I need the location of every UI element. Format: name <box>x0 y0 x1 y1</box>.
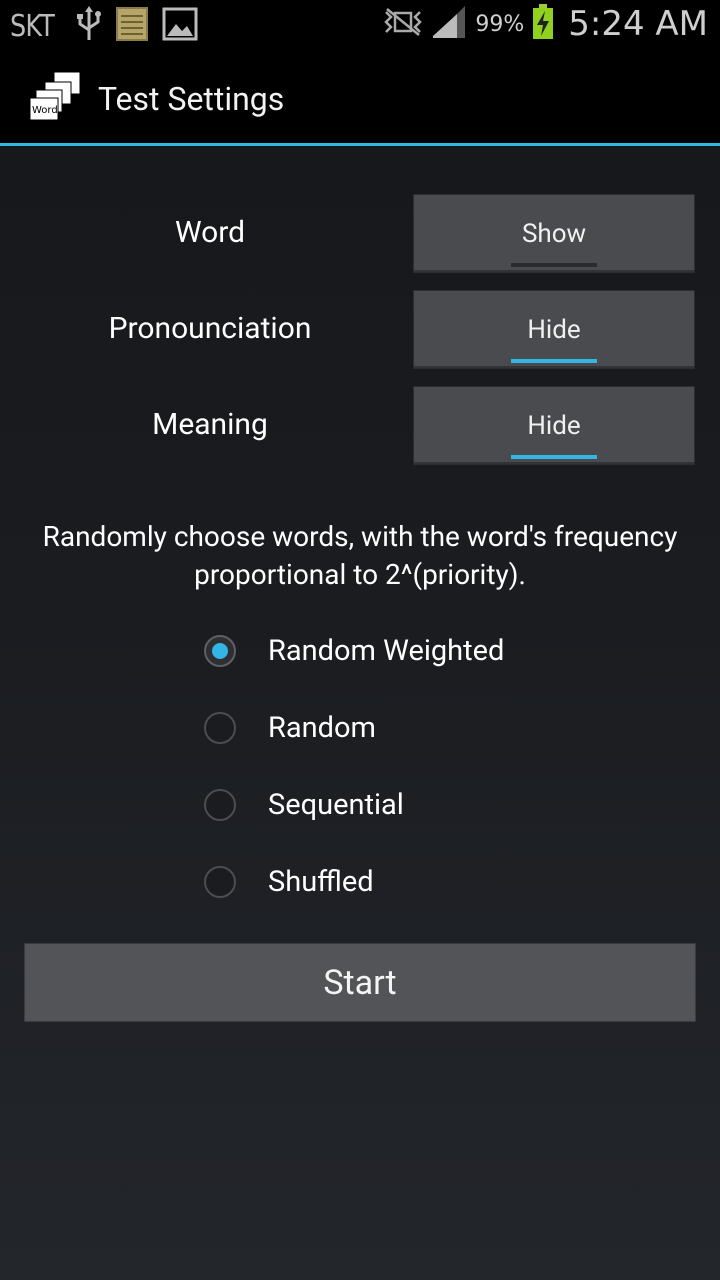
radio-random-weighted[interactable]: Random Weighted <box>204 634 504 668</box>
radio-shuffled[interactable]: Shuffled <box>204 865 374 899</box>
signal-icon <box>431 5 467 43</box>
meaning-toggle-button[interactable]: Hide <box>413 386 695 465</box>
radio-label: Sequential <box>268 788 404 822</box>
word-label: Word <box>174 215 246 250</box>
notes-icon <box>115 7 148 45</box>
clock: 5:24 AM <box>568 4 708 44</box>
pronounciation-label: Pronounciation <box>108 311 312 346</box>
word-cards-app-icon[interactable]: Word <box>29 71 82 122</box>
pronounciation-toggle-text: Hide <box>527 315 581 345</box>
carrier-label: SKT <box>10 8 55 44</box>
radio-random[interactable]: Random <box>204 711 376 745</box>
action-bar: Word Test Settings <box>0 50 720 146</box>
radio-button[interactable] <box>204 789 236 821</box>
radio-button[interactable] <box>204 712 236 744</box>
svg-text:Word: Word <box>32 105 58 116</box>
toggle-indicator <box>511 455 597 459</box>
radio-label: Shuffled <box>268 865 374 899</box>
radio-sequential[interactable]: Sequential <box>204 788 404 822</box>
battery-charging-icon <box>532 4 554 44</box>
gallery-icon <box>162 7 198 45</box>
meaning-label: Meaning <box>152 407 268 442</box>
toggle-indicator <box>511 263 597 267</box>
radio-button[interactable] <box>204 866 236 898</box>
pronounciation-toggle-button[interactable]: Hide <box>413 290 695 369</box>
status-bar: SKT 99% 5:24 AM <box>0 0 720 50</box>
meaning-toggle-text: Hide <box>527 411 581 441</box>
page-title: Test Settings <box>98 80 285 118</box>
vibrate-icon <box>383 7 423 41</box>
word-toggle-text: Show <box>521 219 587 249</box>
radio-label: Random <box>268 711 376 745</box>
word-toggle-button[interactable]: Show <box>413 194 695 273</box>
toggle-indicator <box>511 359 597 363</box>
start-button[interactable]: Start <box>24 943 696 1022</box>
radio-button-checked[interactable] <box>204 635 236 667</box>
mode-description: Randomly choose words, with the word's f… <box>42 520 678 591</box>
action-bar-divider <box>0 143 720 146</box>
usb-icon <box>76 6 102 46</box>
radio-label: Random Weighted <box>268 634 505 668</box>
battery-percent: 99% <box>475 11 525 37</box>
